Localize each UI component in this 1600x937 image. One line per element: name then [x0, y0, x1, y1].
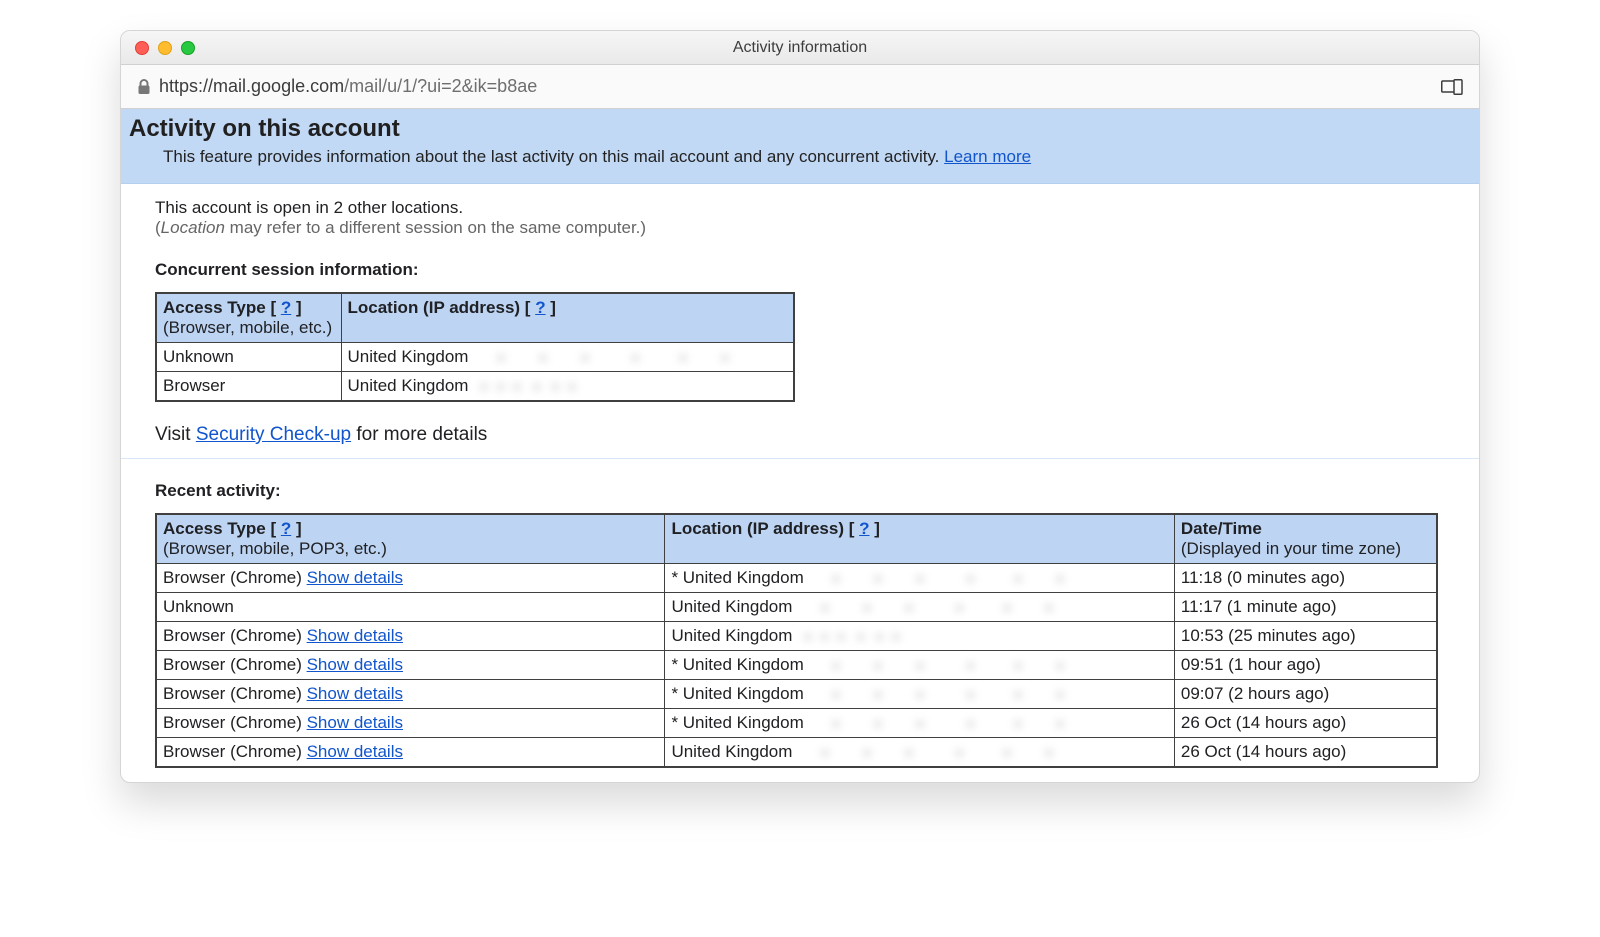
redacted-ip	[808, 716, 1088, 732]
access-type-cell: Browser (Chrome) Show details	[156, 651, 665, 680]
table-row: BrowserUnited Kingdom	[156, 372, 794, 402]
recent-location-help-link[interactable]: ?	[859, 519, 869, 538]
access-type-cell: Browser (Chrome) Show details	[156, 622, 665, 651]
show-details-link[interactable]: Show details	[307, 713, 403, 732]
redacted-ip	[473, 379, 583, 395]
location-note: (Location may refer to a different sessi…	[155, 218, 1445, 238]
recent-col3-main: Date/Time	[1181, 519, 1262, 538]
recent-activity-title: Recent activity:	[155, 481, 1445, 501]
access-type-help-link[interactable]: ?	[281, 298, 291, 317]
datetime-cell: 09:07 (2 hours ago)	[1174, 680, 1437, 709]
location-help-link[interactable]: ?	[535, 298, 545, 317]
learn-more-link[interactable]: Learn more	[944, 147, 1031, 166]
recent-col3-sub: (Displayed in your time zone)	[1181, 539, 1430, 559]
location-cell: * United Kingdom	[665, 680, 1174, 709]
location-cell: * United Kingdom	[665, 564, 1174, 593]
location-cell: United Kingdom	[665, 593, 1174, 622]
redacted-ip	[473, 350, 753, 366]
recent-col1-main: Access Type	[163, 519, 266, 538]
redacted-ip	[808, 658, 1088, 674]
recent-col-location: Location (IP address) [ ? ]	[665, 514, 1174, 564]
location-cell: United Kingdom	[665, 738, 1174, 768]
page-heading: Activity on this account	[129, 115, 1471, 143]
datetime-cell: 11:18 (0 minutes ago)	[1174, 564, 1437, 593]
location-cell: United Kingdom	[341, 343, 794, 372]
security-checkup-link[interactable]: Security Check-up	[196, 424, 351, 445]
access-type-cell: Unknown	[156, 593, 665, 622]
window-title: Activity information	[733, 39, 867, 57]
recent-col-access-type: Access Type [ ? ] (Browser, mobile, POP3…	[156, 514, 665, 564]
access-type-cell: Browser (Chrome) Show details	[156, 680, 665, 709]
bottom-fade	[0, 847, 1600, 937]
redacted-ip	[808, 687, 1088, 703]
datetime-cell: 09:51 (1 hour ago)	[1174, 651, 1437, 680]
datetime-cell: 11:17 (1 minute ago)	[1174, 593, 1437, 622]
lock-icon	[137, 79, 151, 95]
concurrent-col-location: Location (IP address) [ ? ]	[341, 293, 794, 343]
table-row: Browser (Chrome) Show details* United Ki…	[156, 709, 1437, 738]
recent-col-datetime: Date/Time (Displayed in your time zone)	[1174, 514, 1437, 564]
show-details-link[interactable]: Show details	[307, 568, 403, 587]
address-bar-host[interactable]: https://mail.google.com	[159, 76, 344, 97]
access-type-cell: Browser (Chrome) Show details	[156, 738, 665, 768]
address-bar: https://mail.google.com/mail/u/1/?ui=2&i…	[121, 65, 1479, 109]
window-close-button[interactable]	[135, 41, 149, 55]
redacted-ip	[797, 629, 907, 645]
access-type-cell: Browser (Chrome) Show details	[156, 564, 665, 593]
concurrent-session-title: Concurrent session information:	[155, 260, 1445, 280]
redacted-ip	[797, 600, 1077, 616]
concurrent-col1-sub: (Browser, mobile, etc.)	[163, 318, 335, 338]
browser-window: Activity information https://mail.google…	[120, 30, 1480, 783]
location-note-italic: Location	[161, 218, 225, 237]
table-row: Browser (Chrome) Show details* United Ki…	[156, 564, 1437, 593]
location-cell: * United Kingdom	[665, 651, 1174, 680]
responsive-mode-icon[interactable]	[1441, 79, 1463, 95]
concurrent-col2-main: Location (IP address)	[348, 298, 521, 317]
concurrent-col1-main: Access Type	[163, 298, 266, 317]
security-checkup-line: Visit Security Check-up for more details	[155, 424, 1445, 446]
page-body: This account is open in 2 other location…	[121, 184, 1479, 782]
traffic-lights	[135, 41, 195, 55]
table-row: UnknownUnited Kingdom	[156, 343, 794, 372]
show-details-link[interactable]: Show details	[307, 742, 403, 761]
table-row: Browser (Chrome) Show details* United Ki…	[156, 680, 1437, 709]
access-type-cell: Browser (Chrome) Show details	[156, 709, 665, 738]
redacted-ip	[797, 745, 1077, 761]
show-details-link[interactable]: Show details	[307, 626, 403, 645]
concurrent-col-access-type: Access Type [ ? ] (Browser, mobile, etc.…	[156, 293, 341, 343]
table-row: Browser (Chrome) Show detailsUnited King…	[156, 622, 1437, 651]
location-cell: * United Kingdom	[665, 709, 1174, 738]
concurrent-session-table: Access Type [ ? ] (Browser, mobile, etc.…	[155, 292, 795, 402]
table-row: Browser (Chrome) Show details* United Ki…	[156, 651, 1437, 680]
visit-prefix: Visit	[155, 424, 196, 445]
recent-access-type-help-link[interactable]: ?	[281, 519, 291, 538]
window-minimize-button[interactable]	[158, 41, 172, 55]
redacted-ip	[808, 571, 1088, 587]
show-details-link[interactable]: Show details	[307, 655, 403, 674]
banner-desc-text: This feature provides information about …	[163, 147, 944, 166]
access-type-cell: Browser	[156, 372, 341, 402]
table-row: UnknownUnited Kingdom 11:17 (1 minute ag…	[156, 593, 1437, 622]
visit-suffix: for more details	[351, 424, 487, 445]
datetime-cell: 10:53 (25 minutes ago)	[1174, 622, 1437, 651]
location-note-rest: may refer to a different session on the …	[225, 218, 646, 237]
datetime-cell: 26 Oct (14 hours ago)	[1174, 738, 1437, 768]
recent-col1-sub: (Browser, mobile, POP3, etc.)	[163, 539, 658, 559]
location-cell: United Kingdom	[341, 372, 794, 402]
activity-banner: Activity on this account This feature pr…	[121, 109, 1479, 184]
divider	[121, 458, 1479, 459]
window-titlebar: Activity information	[121, 31, 1479, 65]
banner-description: This feature provides information about …	[163, 147, 1471, 167]
show-details-link[interactable]: Show details	[307, 684, 403, 703]
table-row: Browser (Chrome) Show detailsUnited King…	[156, 738, 1437, 768]
location-cell: United Kingdom	[665, 622, 1174, 651]
datetime-cell: 26 Oct (14 hours ago)	[1174, 709, 1437, 738]
window-maximize-button[interactable]	[181, 41, 195, 55]
address-bar-path[interactable]: /mail/u/1/?ui=2&ik=b8ae	[344, 76, 537, 97]
recent-activity-table: Access Type [ ? ] (Browser, mobile, POP3…	[155, 513, 1438, 768]
access-type-cell: Unknown	[156, 343, 341, 372]
open-locations-line: This account is open in 2 other location…	[155, 198, 1445, 218]
recent-col2-main: Location (IP address)	[671, 519, 844, 538]
